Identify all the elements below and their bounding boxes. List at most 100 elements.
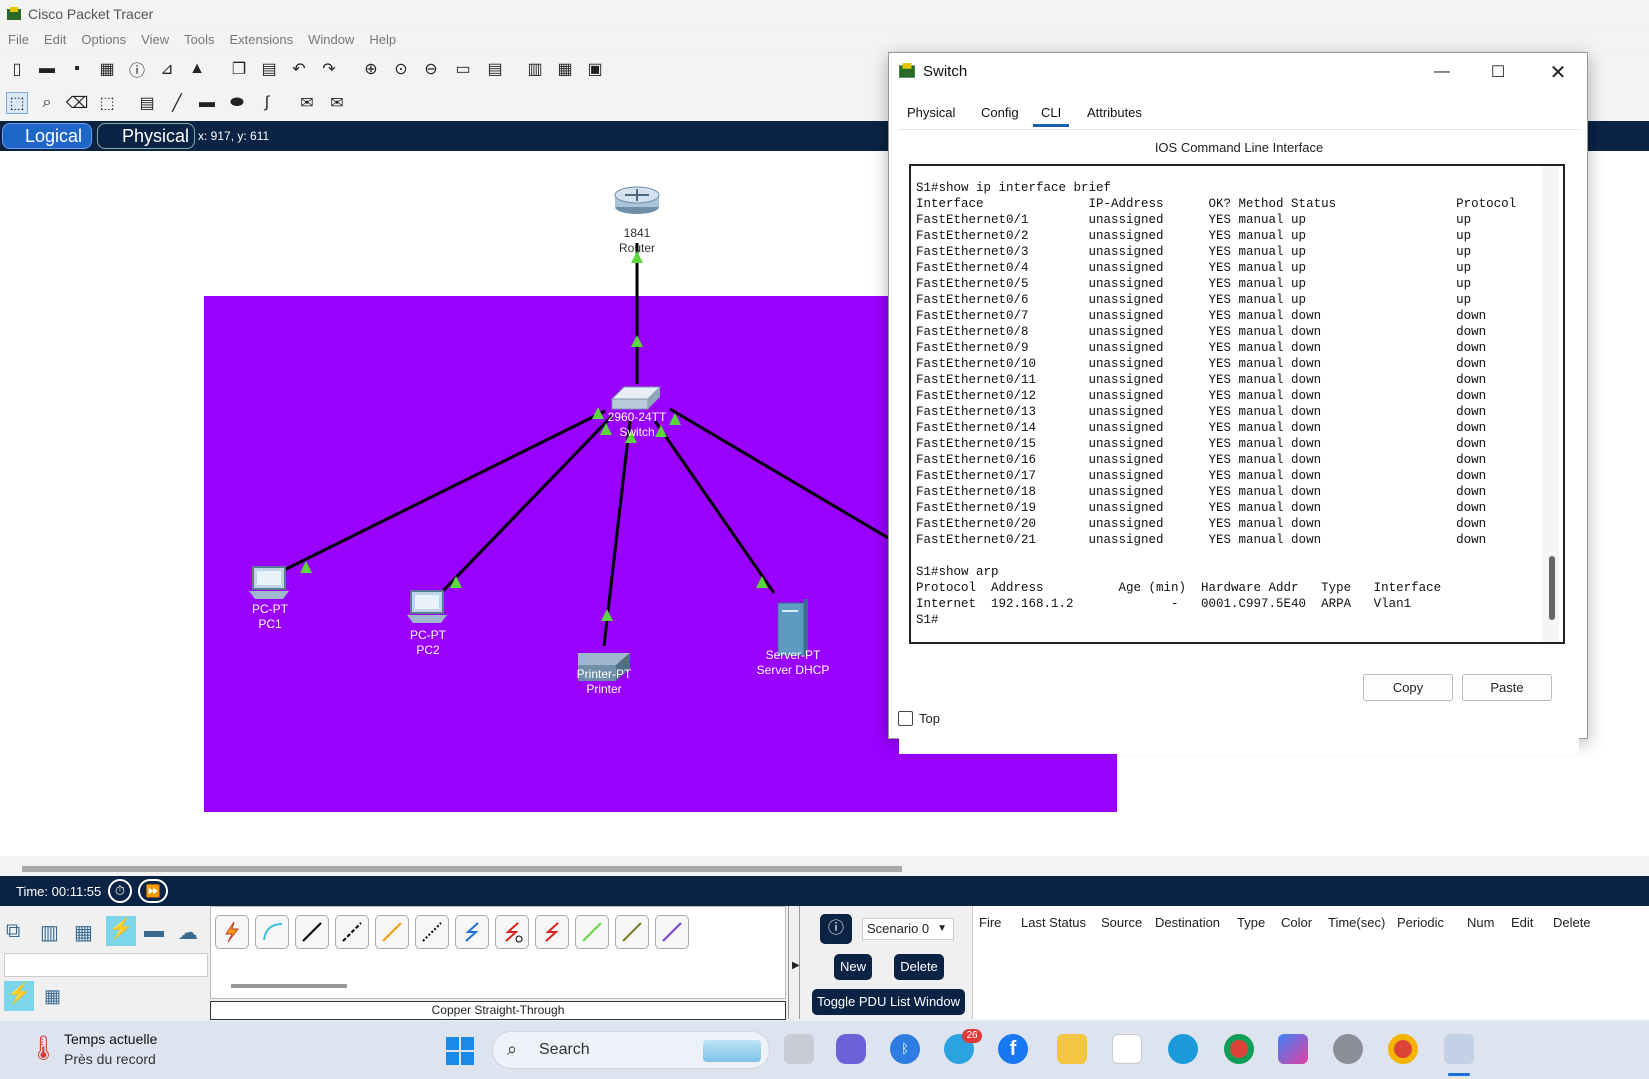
chrome-icon[interactable] (1224, 1034, 1254, 1064)
menu-help[interactable]: Help (361, 29, 403, 47)
image-icon[interactable]: ▣ (584, 58, 606, 80)
save-icon[interactable]: ▪ (66, 58, 88, 80)
collapse-arrow-icon[interactable]: ▶ (792, 960, 800, 971)
weather-title[interactable]: Temps actuelle (64, 1031, 157, 1047)
straight-through-cable-icon[interactable] (295, 915, 329, 949)
tab-physical[interactable]: Physical (899, 101, 963, 127)
cable-palette-scrollbar[interactable] (231, 984, 347, 988)
crossover-cable-icon[interactable] (335, 915, 369, 949)
components-icon[interactable]: ▦ (74, 920, 93, 945)
connections-icon[interactable]: ⚡ (106, 916, 136, 946)
undo-icon[interactable]: ↶ (288, 58, 310, 80)
info-icon[interactable]: ⓘ (126, 58, 148, 80)
complex-pdu-icon[interactable]: ✉ (326, 92, 348, 114)
toggle-pdu-list-button[interactable]: Toggle PDU List Window (812, 989, 965, 1015)
close-icon[interactable]: ✕ (1535, 57, 1581, 87)
connection-type-icon[interactable]: ⚡ (4, 981, 34, 1011)
settings-icon[interactable] (1333, 1034, 1363, 1064)
terminal-scrollbar-thumb[interactable] (1549, 556, 1555, 620)
auto-connection-icon[interactable] (215, 915, 249, 949)
fit-window-icon[interactable]: ▭ (452, 58, 474, 80)
device-template-icon[interactable]: ▦ (554, 58, 576, 80)
weather-thermometer-icon[interactable]: 🌡 (28, 1034, 58, 1063)
tab-attributes[interactable]: Attributes (1079, 101, 1150, 127)
misc-icon[interactable]: ▬ (144, 920, 164, 943)
packet-tracer-taskbar-icon[interactable] (1444, 1034, 1474, 1064)
zoom-out-icon[interactable]: ⊖ (420, 58, 442, 80)
serial-dce-cable-icon[interactable] (495, 915, 529, 949)
iot-cable-icon[interactable] (615, 915, 649, 949)
start-icon[interactable] (445, 1036, 475, 1066)
multiuser-icon[interactable]: ☁ (178, 920, 198, 945)
info-icon[interactable]: ⓘ (820, 914, 852, 944)
copy-icon[interactable]: ❐ (228, 58, 250, 80)
network-wizard-icon[interactable]: ⊿ (156, 58, 178, 80)
freeform-icon[interactable]: ∫ (256, 92, 278, 114)
grid-icon[interactable]: ▦ (44, 986, 61, 1007)
edge-icon[interactable] (1168, 1034, 1198, 1064)
usb-cable-icon[interactable] (655, 915, 689, 949)
teams-icon[interactable] (836, 1034, 866, 1064)
print-icon[interactable]: ▦ (96, 58, 118, 80)
console-cable-icon[interactable] (255, 915, 289, 949)
menu-window[interactable]: Window (300, 29, 361, 47)
phone-cable-icon[interactable] (415, 915, 449, 949)
activity-wizard-icon[interactable]: ▲ (186, 58, 208, 80)
menu-file[interactable]: File (0, 29, 36, 47)
new-scenario-button[interactable]: New (834, 954, 872, 980)
menu-edit[interactable]: Edit (36, 29, 73, 47)
bluetooth-icon[interactable]: ᛒ (890, 1034, 920, 1064)
zoom-reset-icon[interactable]: ⊙ (390, 58, 412, 80)
place-note-icon[interactable]: ▤ (136, 92, 158, 114)
resize-icon[interactable]: ⬚ (96, 92, 118, 114)
scenario-select[interactable]: Scenario 0 ▼ (862, 918, 954, 940)
inspect-icon[interactable]: ⌕ (36, 92, 58, 114)
redo-icon[interactable]: ↷ (318, 58, 340, 80)
taskbar-search[interactable]: ⌕ Search (492, 1031, 770, 1069)
delete-scenario-button[interactable]: Delete (894, 954, 944, 980)
weather-subtitle[interactable]: Près du record (64, 1051, 156, 1067)
paste-button[interactable]: Paste (1462, 674, 1552, 701)
paste-icon[interactable]: ▤ (258, 58, 280, 80)
menu-options[interactable]: Options (73, 29, 133, 47)
device-search-field[interactable] (4, 953, 208, 977)
task-view-icon[interactable] (784, 1034, 814, 1064)
tab-config[interactable]: Config (973, 101, 1027, 127)
power-cycle-icon[interactable]: ⏱ (108, 879, 132, 903)
draw-rectangle-icon[interactable]: ▬ (196, 92, 218, 114)
menu-extensions[interactable]: Extensions (221, 29, 300, 47)
facebook-icon[interactable]: f (998, 1034, 1028, 1064)
cli-terminal[interactable]: S1#show ip interface brief Interface IP-… (909, 164, 1565, 644)
file-explorer-icon[interactable] (1057, 1034, 1087, 1064)
maximize-icon[interactable]: ☐ (1475, 57, 1521, 87)
tab-cli[interactable]: CLI (1033, 101, 1070, 127)
select-icon[interactable]: ⬚ (6, 92, 28, 114)
minimize-icon[interactable]: — (1419, 57, 1465, 87)
palette-icon[interactable]: ▤ (484, 58, 506, 80)
menu-tools[interactable]: Tools (176, 29, 221, 47)
zoom-in-icon[interactable]: ⊕ (360, 58, 382, 80)
physical-mode-button[interactable]: Physical (97, 123, 195, 149)
serial-dte-cable-icon[interactable] (535, 915, 569, 949)
logical-mode-button[interactable]: Logical (2, 123, 92, 149)
store-icon[interactable] (1112, 1034, 1142, 1064)
copy-button[interactable]: Copy (1363, 674, 1453, 701)
chrome-profile-icon[interactable] (1388, 1034, 1418, 1064)
octal-cable-icon[interactable] (575, 915, 609, 949)
notes-icon[interactable]: ▥ (524, 58, 546, 80)
simple-pdu-icon[interactable]: ✉ (296, 92, 318, 114)
network-devices-icon[interactable]: ⧉ (6, 920, 20, 943)
menu-view[interactable]: View (133, 29, 176, 47)
new-file-icon[interactable]: ▯ (6, 58, 28, 80)
horizontal-scrollbar[interactable] (22, 866, 902, 872)
fiber-cable-icon[interactable] (375, 915, 409, 949)
end-devices-icon[interactable]: ▥ (40, 920, 59, 945)
copilot-icon[interactable] (1278, 1034, 1308, 1064)
delete-icon[interactable]: ⌫ (66, 92, 89, 114)
top-checkbox[interactable] (898, 711, 913, 726)
draw-line-icon[interactable]: ╱ (166, 92, 188, 114)
fast-forward-icon[interactable]: ⏩ (138, 879, 168, 903)
draw-ellipse-icon[interactable]: ⬬ (226, 92, 248, 114)
coaxial-cable-icon[interactable] (455, 915, 489, 949)
open-folder-icon[interactable]: ▬ (36, 58, 58, 80)
